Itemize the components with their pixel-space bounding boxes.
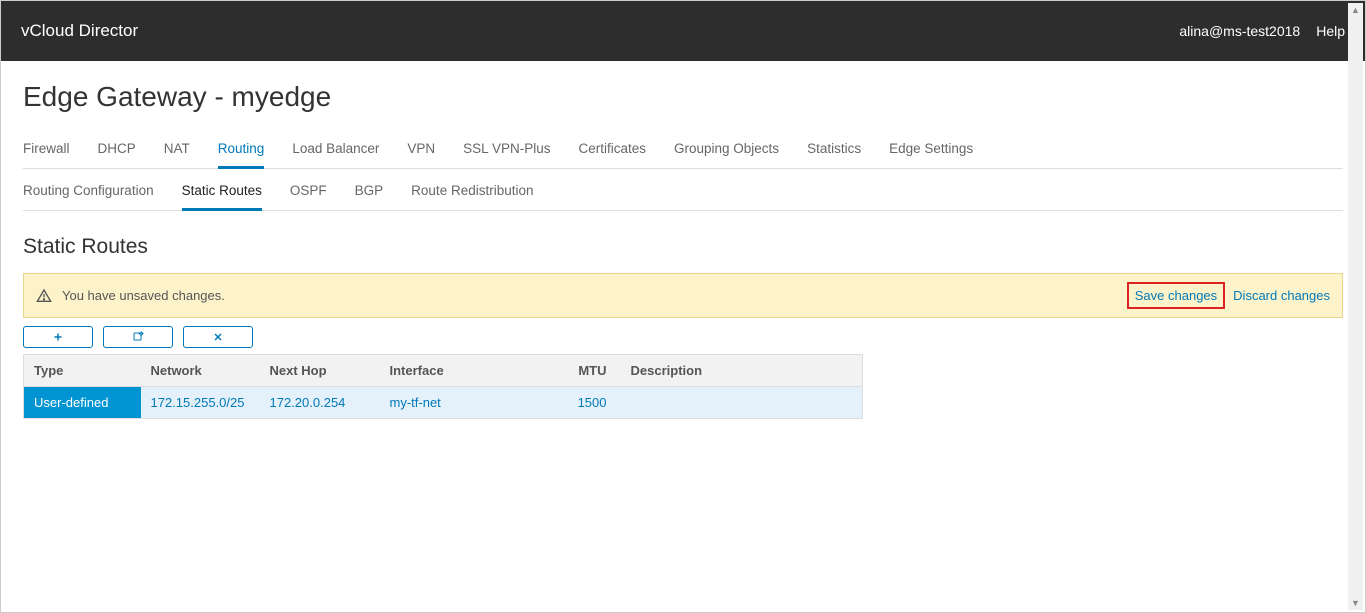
table-row[interactable]: User-defined 172.15.255.0/25 172.20.0.25…	[24, 387, 863, 419]
main-tabs: Firewall DHCP NAT Routing Load Balancer VPN SS…	[23, 131, 1343, 169]
main-tab-certificates[interactable]: Certificates	[578, 131, 646, 169]
col-next-hop: Next Hop	[260, 355, 380, 387]
alert-text: You have unsaved changes.	[62, 288, 1127, 303]
save-changes-link[interactable]: Save changes	[1127, 282, 1225, 309]
vertical-scrollbar[interactable]: ▲ ▼	[1348, 3, 1363, 610]
user-link[interactable]: alina@ms-test2018	[1179, 23, 1300, 39]
cell-mtu: 1500	[551, 387, 621, 419]
app-title: vCloud Director	[21, 21, 138, 41]
sub-tab-ospf[interactable]: OSPF	[290, 173, 327, 211]
static-routes-table: Type Network Next Hop Interface MTU Desc…	[23, 354, 863, 419]
alert-actions: Save changes Discard changes	[1127, 282, 1330, 309]
main-tab-firewall[interactable]: Firewall	[23, 131, 70, 169]
app-header: vCloud Director alina@ms-test2018 Help	[1, 1, 1365, 61]
sub-tabs: Routing Configuration Static Routes OSPF BG…	[23, 173, 1343, 211]
col-description: Description	[621, 355, 863, 387]
sub-tab-routing-configuration[interactable]: Routing Configuration	[23, 173, 154, 211]
main-tab-vpn[interactable]: VPN	[407, 131, 435, 169]
col-interface: Interface	[380, 355, 551, 387]
discard-changes-link[interactable]: Discard changes	[1233, 288, 1330, 303]
main-tab-grouping-objects[interactable]: Grouping Objects	[674, 131, 779, 169]
scroll-down-icon[interactable]: ▼	[1351, 598, 1360, 608]
main-tab-nat[interactable]: NAT	[164, 131, 190, 169]
main-tab-ssl-vpn-plus[interactable]: SSL VPN-Plus	[463, 131, 550, 169]
main-tab-statistics[interactable]: Statistics	[807, 131, 861, 169]
section-title: Static Routes	[23, 235, 1343, 259]
help-link[interactable]: Help	[1316, 23, 1345, 39]
action-row: + edit x	[23, 326, 1343, 348]
scroll-up-icon[interactable]: ▲	[1351, 5, 1360, 15]
table-header-row: Type Network Next Hop Interface MTU Desc…	[24, 355, 863, 387]
sub-tab-bgp[interactable]: BGP	[355, 173, 384, 211]
add-button[interactable]: +	[23, 326, 93, 348]
cell-interface: my-tf-net	[380, 387, 551, 419]
col-mtu: MTU	[551, 355, 621, 387]
unsaved-alert: You have unsaved changes. Save changes D…	[23, 273, 1343, 318]
main-tab-dhcp[interactable]: DHCP	[98, 131, 136, 169]
content: Edge Gateway - myedge Firewall DHCP NAT Rou…	[1, 61, 1365, 439]
col-type: Type	[24, 355, 141, 387]
page-title: Edge Gateway - myedge	[23, 81, 1343, 113]
main-tab-edge-settings[interactable]: Edge Settings	[889, 131, 973, 169]
main-tab-routing[interactable]: Routing	[218, 131, 265, 169]
warning-icon	[36, 288, 52, 304]
cell-next-hop: 172.20.0.254	[260, 387, 380, 419]
delete-button[interactable]: x	[183, 326, 253, 348]
sub-tab-route-redistribution[interactable]: Route Redistribution	[411, 173, 533, 211]
cell-type: User-defined	[24, 387, 141, 419]
cell-description	[621, 387, 863, 419]
edit-button[interactable]: edit	[103, 326, 173, 348]
cell-network: 172.15.255.0/25	[141, 387, 260, 419]
sub-tab-static-routes[interactable]: Static Routes	[182, 173, 262, 211]
col-network: Network	[141, 355, 260, 387]
main-tab-load-balancer[interactable]: Load Balancer	[292, 131, 379, 169]
header-right: alina@ms-test2018 Help	[1179, 23, 1345, 39]
